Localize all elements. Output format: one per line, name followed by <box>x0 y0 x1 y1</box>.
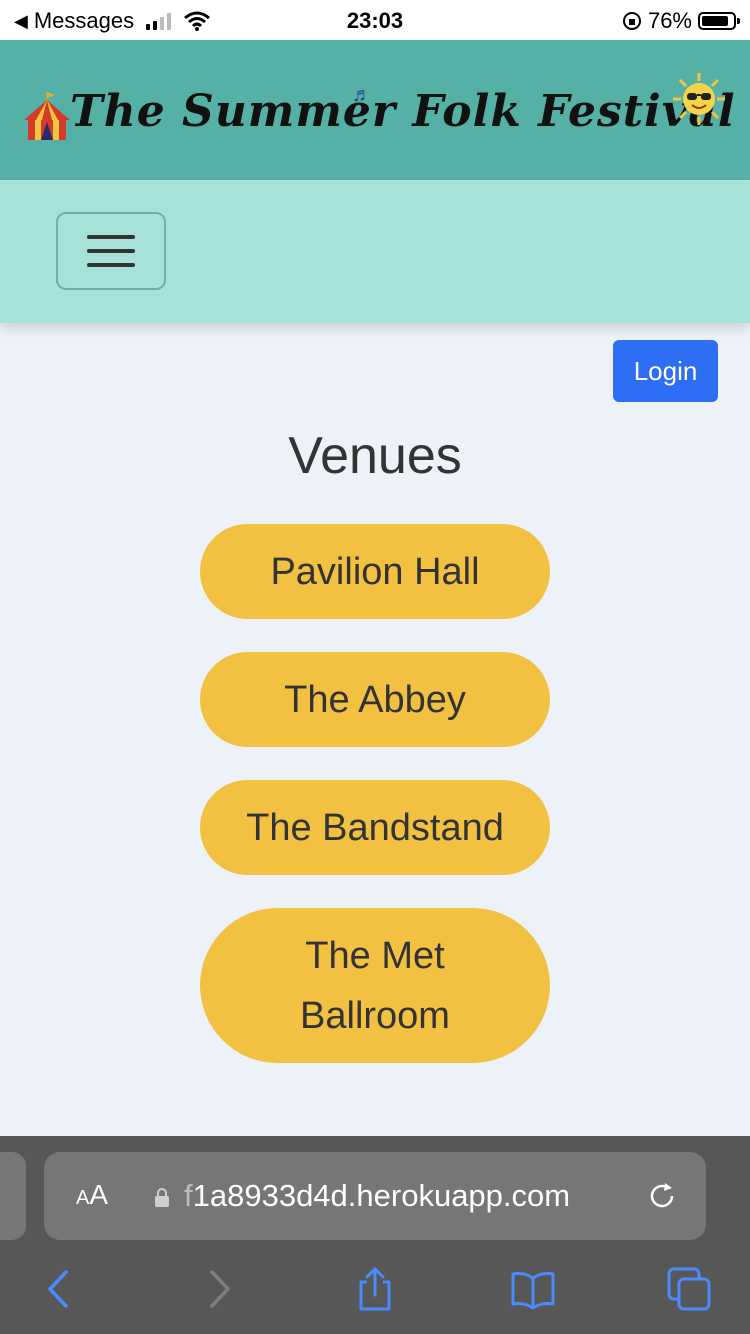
bookmarks-icon[interactable] <box>510 1266 556 1312</box>
share-icon[interactable] <box>352 1266 398 1312</box>
venue-button-the-bandstand[interactable]: The Bandstand <box>200 780 550 875</box>
circus-tent-icon <box>24 92 70 140</box>
forward-icon[interactable] <box>196 1266 242 1312</box>
login-button[interactable]: Login <box>613 340 718 402</box>
lock-icon <box>155 1188 169 1207</box>
nav-bar <box>0 180 750 323</box>
battery-percent: 76% <box>647 8 692 33</box>
orientation-lock-icon <box>622 12 641 30</box>
url-text[interactable]: f1a8933d4d.herokuapp.com <box>184 1178 570 1214</box>
battery-icon <box>698 12 740 30</box>
page-title: Venues <box>288 427 462 485</box>
sun-with-sunglasses-icon <box>673 73 725 125</box>
venue-button-pavilion-hall[interactable]: Pavilion Hall <box>200 524 550 619</box>
site-title[interactable]: The Summer Folk Festival <box>70 86 736 137</box>
tabs-icon[interactable] <box>666 1266 712 1312</box>
previous-tab-preview[interactable] <box>0 1152 26 1240</box>
status-right: 76% <box>622 8 740 34</box>
browser-chrome: AA f1a8933d4d.herokuapp.com <box>0 1136 750 1334</box>
back-icon[interactable] <box>36 1266 82 1312</box>
reload-icon[interactable] <box>646 1180 678 1212</box>
address-bar[interactable]: AA f1a8933d4d.herokuapp.com <box>44 1152 706 1240</box>
site-header: The Summer Folk Festival ♬ <box>0 40 750 180</box>
hamburger-menu-icon[interactable] <box>56 212 166 290</box>
status-bar: ◀ Messages 23:03 76% <box>0 0 750 40</box>
venue-button-the-met-ballroom[interactable]: The Met Ballroom <box>200 908 550 1063</box>
text-size-button[interactable]: AA <box>76 1179 108 1211</box>
music-note-icon: ♬ <box>352 84 372 106</box>
venue-button-the-abbey[interactable]: The Abbey <box>200 652 550 747</box>
